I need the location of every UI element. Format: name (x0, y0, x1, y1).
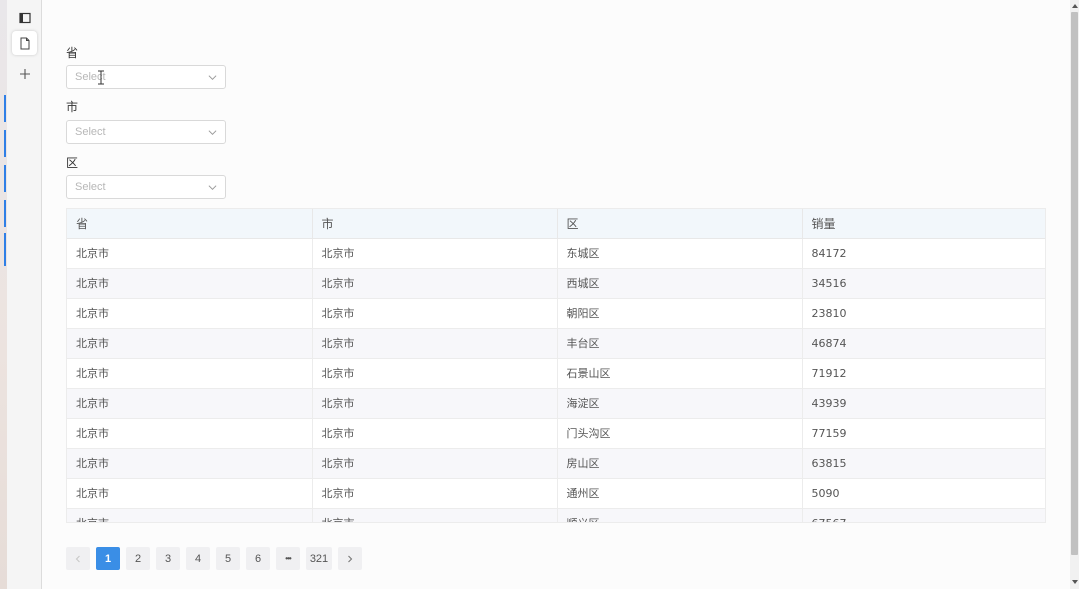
table-cell: 东城区 (557, 238, 803, 269)
column-header[interactable]: 区 (557, 209, 803, 239)
more-pages-button[interactable]: ••• (276, 547, 300, 570)
table-row[interactable]: 北京市 北京市 西城区 34516 (67, 268, 1045, 299)
next-page-button[interactable] (338, 547, 362, 570)
table-row[interactable]: 北京市 北京市 东城区 84172 (67, 238, 1045, 269)
table-cell: 77159 (802, 418, 1045, 449)
table-row[interactable]: 北京市 北京市 通州区 5090 (67, 478, 1045, 509)
chevron-down-icon (208, 130, 217, 136)
chevron-down-icon (208, 185, 217, 191)
table-cell: 北京市 (67, 298, 313, 329)
table-cell: 北京市 (67, 238, 313, 269)
page-button-1[interactable]: 1 (96, 547, 120, 570)
table-cell: 北京市 (67, 478, 313, 509)
table-cell: 北京市 (312, 238, 558, 269)
column-header[interactable]: 销量 (802, 209, 1045, 239)
table-cell: 63815 (802, 448, 1045, 479)
table-cell: 北京市 (67, 328, 313, 359)
province-label: 省 (66, 46, 79, 60)
table-cell: 北京市 (312, 358, 558, 389)
city-label: 市 (66, 100, 79, 114)
column-header[interactable]: 省 (67, 209, 313, 239)
table-cell: 朝阳区 (557, 298, 803, 329)
table-cell: 46874 (802, 328, 1045, 359)
district-select[interactable]: Select (66, 175, 226, 199)
pagination: 1 2 3 4 5 6 ••• 321 (66, 547, 362, 570)
table-cell: 北京市 (312, 448, 558, 479)
district-placeholder: Select (75, 181, 106, 193)
table-row[interactable]: 北京市 北京市 石景山区 71912 (67, 358, 1045, 389)
document-icon (20, 37, 29, 49)
table-cell: 海淀区 (557, 388, 803, 419)
table-cell: 5090 (802, 478, 1045, 509)
document-button[interactable] (12, 31, 37, 55)
icon-rail (7, 0, 42, 589)
vertical-scrollbar[interactable] (1070, 0, 1079, 589)
table-row[interactable]: 北京市 北京市 朝阳区 23810 (67, 298, 1045, 329)
table-cell: 43939 (802, 388, 1045, 419)
table-cell: 西城区 (557, 268, 803, 299)
page-button-6[interactable]: 6 (246, 547, 270, 570)
table-cell: 北京市 (67, 448, 313, 479)
table-cell: 北京市 (67, 508, 313, 522)
plus-icon (19, 69, 30, 79)
scroll-up-arrow-icon[interactable] (1071, 2, 1078, 10)
page-button-4[interactable]: 4 (186, 547, 210, 570)
sidebar-toggle-button[interactable] (12, 6, 37, 30)
table-cell: 67567 (802, 508, 1045, 522)
table-cell: 门头沟区 (557, 418, 803, 449)
table-cell: 北京市 (312, 298, 558, 329)
province-select[interactable]: Select (66, 65, 226, 89)
table-cell: 北京市 (312, 328, 558, 359)
table-cell: 通州区 (557, 478, 803, 509)
table-cell: 北京市 (67, 418, 313, 449)
table-header-row: 省 市 区 销量 (67, 209, 1045, 239)
table-cell: 北京市 (67, 388, 313, 419)
edge-marker (4, 95, 6, 122)
table-row[interactable]: 北京市 北京市 门头沟区 77159 (67, 418, 1045, 449)
page-button-321[interactable]: 321 (306, 547, 332, 570)
table-row[interactable]: 北京市 北京市 丰台区 46874 (67, 328, 1045, 359)
table-cell: 34516 (802, 268, 1045, 299)
window-edge (0, 0, 7, 589)
table-cell: 北京市 (312, 268, 558, 299)
chevron-down-icon (208, 75, 217, 81)
chevron-left-icon (75, 555, 80, 562)
table-cell: 北京市 (67, 358, 313, 389)
table-cell: 北京市 (312, 508, 558, 522)
table-row[interactable]: 北京市 北京市 海淀区 43939 (67, 388, 1045, 419)
edge-marker (4, 200, 6, 227)
district-label: 区 (66, 156, 79, 170)
table-cell: 北京市 (67, 268, 313, 299)
table-cell: 北京市 (312, 418, 558, 449)
table-cell: 石景山区 (557, 358, 803, 389)
page-button-3[interactable]: 3 (156, 547, 180, 570)
edge-marker (4, 130, 6, 157)
table-cell: 丰台区 (557, 328, 803, 359)
prev-page-button[interactable] (66, 547, 90, 570)
city-select[interactable]: Select (66, 120, 226, 144)
scroll-down-arrow-icon[interactable] (1071, 578, 1078, 586)
table-row[interactable]: 北京市北京市顺义区67567 (67, 508, 1045, 522)
add-button[interactable] (12, 62, 37, 86)
table-row[interactable]: 北京市 北京市 房山区 63815 (67, 448, 1045, 479)
table-cell: 84172 (802, 238, 1045, 269)
chevron-right-icon (348, 555, 353, 562)
page-button-5[interactable]: 5 (216, 547, 240, 570)
edge-marker (4, 165, 6, 192)
table-cell: 顺义区 (557, 508, 803, 522)
table-cell: 房山区 (557, 448, 803, 479)
page-button-2[interactable]: 2 (126, 547, 150, 570)
table-cell: 71912 (802, 358, 1045, 389)
sales-table[interactable]: 省 市 区 销量 北京市 北京市 东城区 84172 北京市 北京市 西城区 34516 北京市… (66, 208, 1046, 523)
edge-marker (4, 233, 6, 266)
scrollbar-thumb[interactable] (1071, 12, 1078, 555)
sidebar-toggle-icon (18, 12, 31, 24)
text-cursor-icon (98, 70, 104, 85)
city-placeholder: Select (75, 126, 106, 138)
table-cell: 23810 (802, 298, 1045, 329)
table-cell: 北京市 (312, 478, 558, 509)
main-panel: 省 Select 市 Select 区 Select 省 市 区 销量 北京市 … (42, 0, 1070, 589)
table-cell: 北京市 (312, 388, 558, 419)
column-header[interactable]: 市 (312, 209, 558, 239)
